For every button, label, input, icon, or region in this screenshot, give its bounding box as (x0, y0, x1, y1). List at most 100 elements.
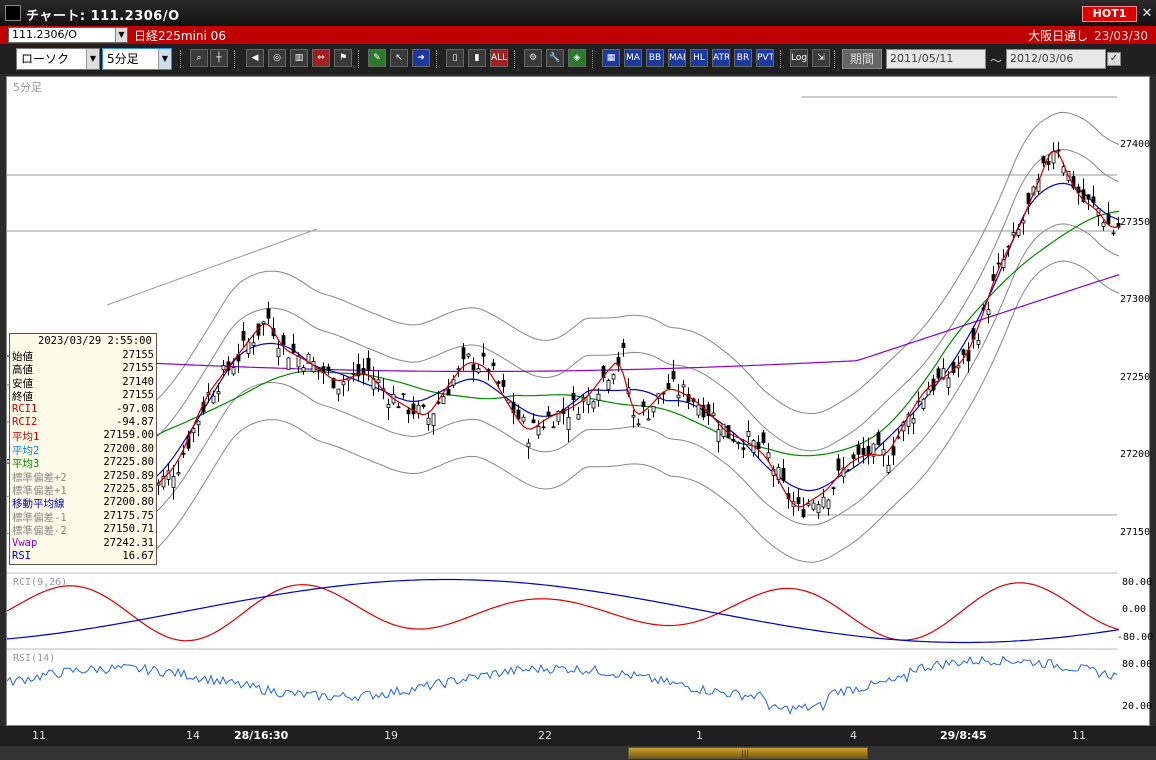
candle-body (986, 309, 991, 316)
candle-right-icon[interactable]: ▮ (468, 49, 486, 67)
candle-body (426, 417, 431, 425)
time-tick: 19 (384, 729, 398, 742)
toolbar-separator (180, 50, 182, 68)
settings-icon[interactable]: ⚙ (524, 49, 542, 67)
chart-type-select[interactable]: ローソク ▼ (16, 48, 100, 70)
chevron-down-icon[interactable]: ▼ (158, 49, 171, 69)
candle-body (921, 398, 926, 409)
toolbar-separator (514, 50, 516, 68)
panel-row-value: -97.08 (116, 402, 154, 415)
chart-type-value: ローソク (21, 52, 70, 66)
chevron-down-icon[interactable]: ▼ (115, 28, 127, 42)
chart-area[interactable]: 5分足 RCI(9,26) RSI(14) 27400 27350 27300 … (6, 76, 1153, 727)
pencil-icon[interactable]: ✎ (368, 49, 386, 67)
candle-body (231, 367, 236, 375)
panel-row: 移動平均線 27200.80 (12, 496, 156, 510)
candle-body (491, 362, 496, 367)
candle-body (996, 262, 1001, 265)
apply-period-checkbox[interactable]: ✓ (1107, 52, 1121, 66)
date-to-value: 2012/03/06 (1010, 52, 1074, 65)
ohlc-data-panel: 2023/03/29 2:55:00 始値 27155 高値 27155 安値 27140… (9, 333, 157, 565)
toolbar-separator (436, 50, 438, 68)
br-icon[interactable]: BR (734, 49, 752, 67)
candle-body (606, 380, 611, 390)
candle-body (411, 403, 416, 415)
price-tick: 27150 (1120, 527, 1151, 538)
candle-body (636, 423, 641, 426)
atr-icon[interactable]: ATR (712, 49, 730, 67)
candle-body (676, 394, 681, 399)
ma-icon[interactable]: MA (624, 49, 642, 67)
price-chart[interactable] (7, 77, 1151, 727)
candle-body (461, 347, 466, 360)
candle-left-icon[interactable]: ▯ (446, 49, 464, 67)
candle-body (766, 452, 771, 459)
date-from-field[interactable]: 2011/05/11 (886, 49, 986, 69)
panel-row-value: 16.67 (122, 550, 154, 562)
panel-row-value: 27150.71 (103, 523, 154, 536)
scroll-left-icon[interactable]: ◀ (246, 49, 264, 67)
candle-body (576, 413, 581, 420)
candle-body (1086, 194, 1091, 200)
candle-body (326, 366, 331, 371)
rci-tick: 0.00 (1122, 604, 1147, 615)
scrollbar-thumb[interactable]: ||| (628, 747, 868, 759)
chevron-down-icon[interactable]: ▼ (86, 49, 99, 69)
zoom-reset-icon[interactable]: ◎ (268, 49, 286, 67)
candle-body (696, 404, 701, 416)
bb-icon[interactable]: BB (646, 49, 664, 67)
product-name: 日経225mini 06 (134, 29, 226, 43)
panel-row: 標準偏差-2 27150.71 (12, 523, 156, 537)
grid-icon[interactable]: ▦ (602, 49, 620, 67)
flag-icon[interactable]: ⚑ (334, 49, 352, 67)
symbol-code-select[interactable]: 111.2306/O ▼ (8, 27, 128, 43)
price-tick: 27350 (1120, 217, 1151, 228)
all-icon[interactable]: ALL (490, 49, 508, 67)
close-icon[interactable]: ✕ (1140, 6, 1154, 22)
candle-body (276, 347, 281, 358)
hot-button[interactable]: HOT1 (1082, 6, 1137, 22)
time-tick: 14 (186, 729, 200, 742)
session-info: 大阪日通し 23/03/30 (1028, 27, 1148, 44)
candle-body (716, 429, 721, 443)
panel-row: RCI1 -97.08 (12, 403, 156, 416)
candle-body (286, 357, 291, 370)
trend-line (106, 228, 318, 306)
toolbar-separator (592, 50, 594, 68)
zoom-icon[interactable]: ⌕ (190, 49, 208, 67)
panel-row-value: 27155 (122, 349, 154, 361)
panel-row-value: 27242.31 (103, 536, 154, 549)
hl-icon[interactable]: HL (690, 49, 708, 67)
moving-average-2 (7, 182, 1120, 492)
candle-body (746, 430, 751, 437)
compare-icon[interactable]: ⇔ (312, 49, 330, 67)
date-range-separator: 〜 (990, 54, 1003, 68)
volume-icon[interactable]: ▥ (290, 49, 308, 67)
period-button[interactable]: 期間 (842, 49, 882, 69)
candle-body (856, 444, 861, 455)
vwap-line (7, 274, 1120, 373)
date-to-field[interactable]: 2012/03/06 (1006, 49, 1106, 69)
time-tick: 22 (538, 729, 552, 742)
crosshair-icon[interactable]: ┼ (210, 49, 228, 67)
candle-body (221, 365, 226, 371)
pvt-icon[interactable]: PVT (756, 49, 774, 67)
toolbar-separator (780, 50, 782, 68)
candle-body (366, 357, 371, 371)
toolbar-separator (358, 50, 360, 68)
time-scrollbar[interactable]: ||| (0, 746, 1156, 760)
palette-icon[interactable]: ◈ (568, 49, 586, 67)
cursor-icon[interactable]: ↖ (390, 49, 408, 67)
log-icon[interactable]: Log (790, 49, 808, 67)
candle-body (976, 340, 981, 345)
candle-body (1021, 220, 1026, 224)
wrench-icon[interactable]: 🔧 (546, 49, 564, 67)
panel-row: 標準偏差+2 27250.89 (12, 470, 156, 484)
panel-row: 終値 27155 (12, 389, 156, 403)
candle-body (611, 374, 616, 380)
arrow-icon[interactable]: ➜ (412, 49, 430, 67)
timeframe-select[interactable]: 5分足 ▼ (102, 48, 172, 70)
session-label: 大阪日通し (1028, 29, 1089, 43)
export-icon[interactable]: ⇲ (812, 49, 830, 67)
mae-icon[interactable]: MAE (668, 49, 686, 67)
